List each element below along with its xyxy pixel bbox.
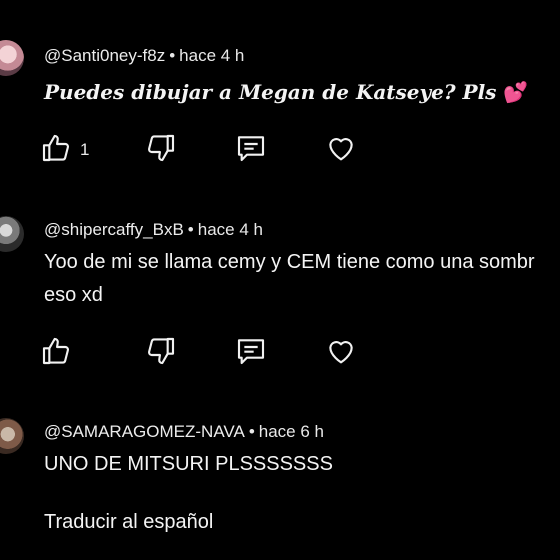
- like-button[interactable]: [40, 132, 76, 168]
- comment-meta: @shipercaffy_BxB • hace 4 h: [44, 220, 263, 240]
- like-count: 1: [80, 140, 90, 159]
- comment-text: UNO DE MITSURI PLSSSSSSS: [44, 453, 333, 475]
- reply-button[interactable]: [235, 335, 271, 371]
- thumbs-up-icon: [42, 337, 70, 365]
- comment-time: hace 6 h: [258, 422, 324, 441]
- dislike-button[interactable]: [145, 132, 181, 168]
- comment-text: Puedes dibujar a Megan de Katseye? Pls 💕: [44, 76, 528, 109]
- heart-button[interactable]: [325, 132, 361, 168]
- comment-actions: 1: [40, 132, 380, 172]
- like-button[interactable]: [40, 335, 76, 371]
- thumbs-down-icon: [147, 134, 175, 162]
- heart-button[interactable]: [325, 335, 361, 371]
- comment-author[interactable]: @shipercaffy_BxB: [44, 220, 184, 239]
- thumbs-up-icon: [42, 134, 70, 162]
- comment-text-line-2: eso xd: [44, 284, 103, 306]
- separator-dot: •: [169, 46, 176, 65]
- translate-link[interactable]: Traducir al español: [44, 511, 213, 534]
- comment-time: hace 4 h: [197, 220, 263, 239]
- comment-author[interactable]: @SAMARAGOMEZ-NAVA: [44, 422, 245, 441]
- dislike-button[interactable]: [145, 335, 181, 371]
- comment-actions: [40, 335, 380, 375]
- comment-text-line-1: Yoo de mi se llama cemy y CEM tiene como…: [44, 251, 535, 273]
- heart-icon: [329, 341, 353, 364]
- comment-time: hace 4 h: [179, 46, 245, 65]
- comment-author[interactable]: @Santi0ney-f8z: [44, 46, 165, 65]
- thumbs-down-icon: [147, 337, 175, 365]
- heart-icon: [329, 138, 353, 161]
- comment-emoji: 💕: [503, 80, 529, 104]
- avatar[interactable]: [0, 216, 24, 252]
- separator-dot: •: [187, 220, 194, 239]
- comment-text-body: Puedes dibujar a Megan de Katseye? Pls: [44, 80, 497, 104]
- reply-icon: [237, 136, 265, 162]
- separator-dot: •: [248, 422, 255, 441]
- comment-meta: @Santi0ney-f8z • hace 4 h: [44, 46, 244, 66]
- reply-icon: [237, 339, 265, 365]
- avatar[interactable]: [0, 40, 24, 76]
- reply-button[interactable]: [235, 132, 271, 168]
- avatar[interactable]: [0, 418, 24, 454]
- comment-meta: @SAMARAGOMEZ-NAVA • hace 6 h: [44, 422, 324, 442]
